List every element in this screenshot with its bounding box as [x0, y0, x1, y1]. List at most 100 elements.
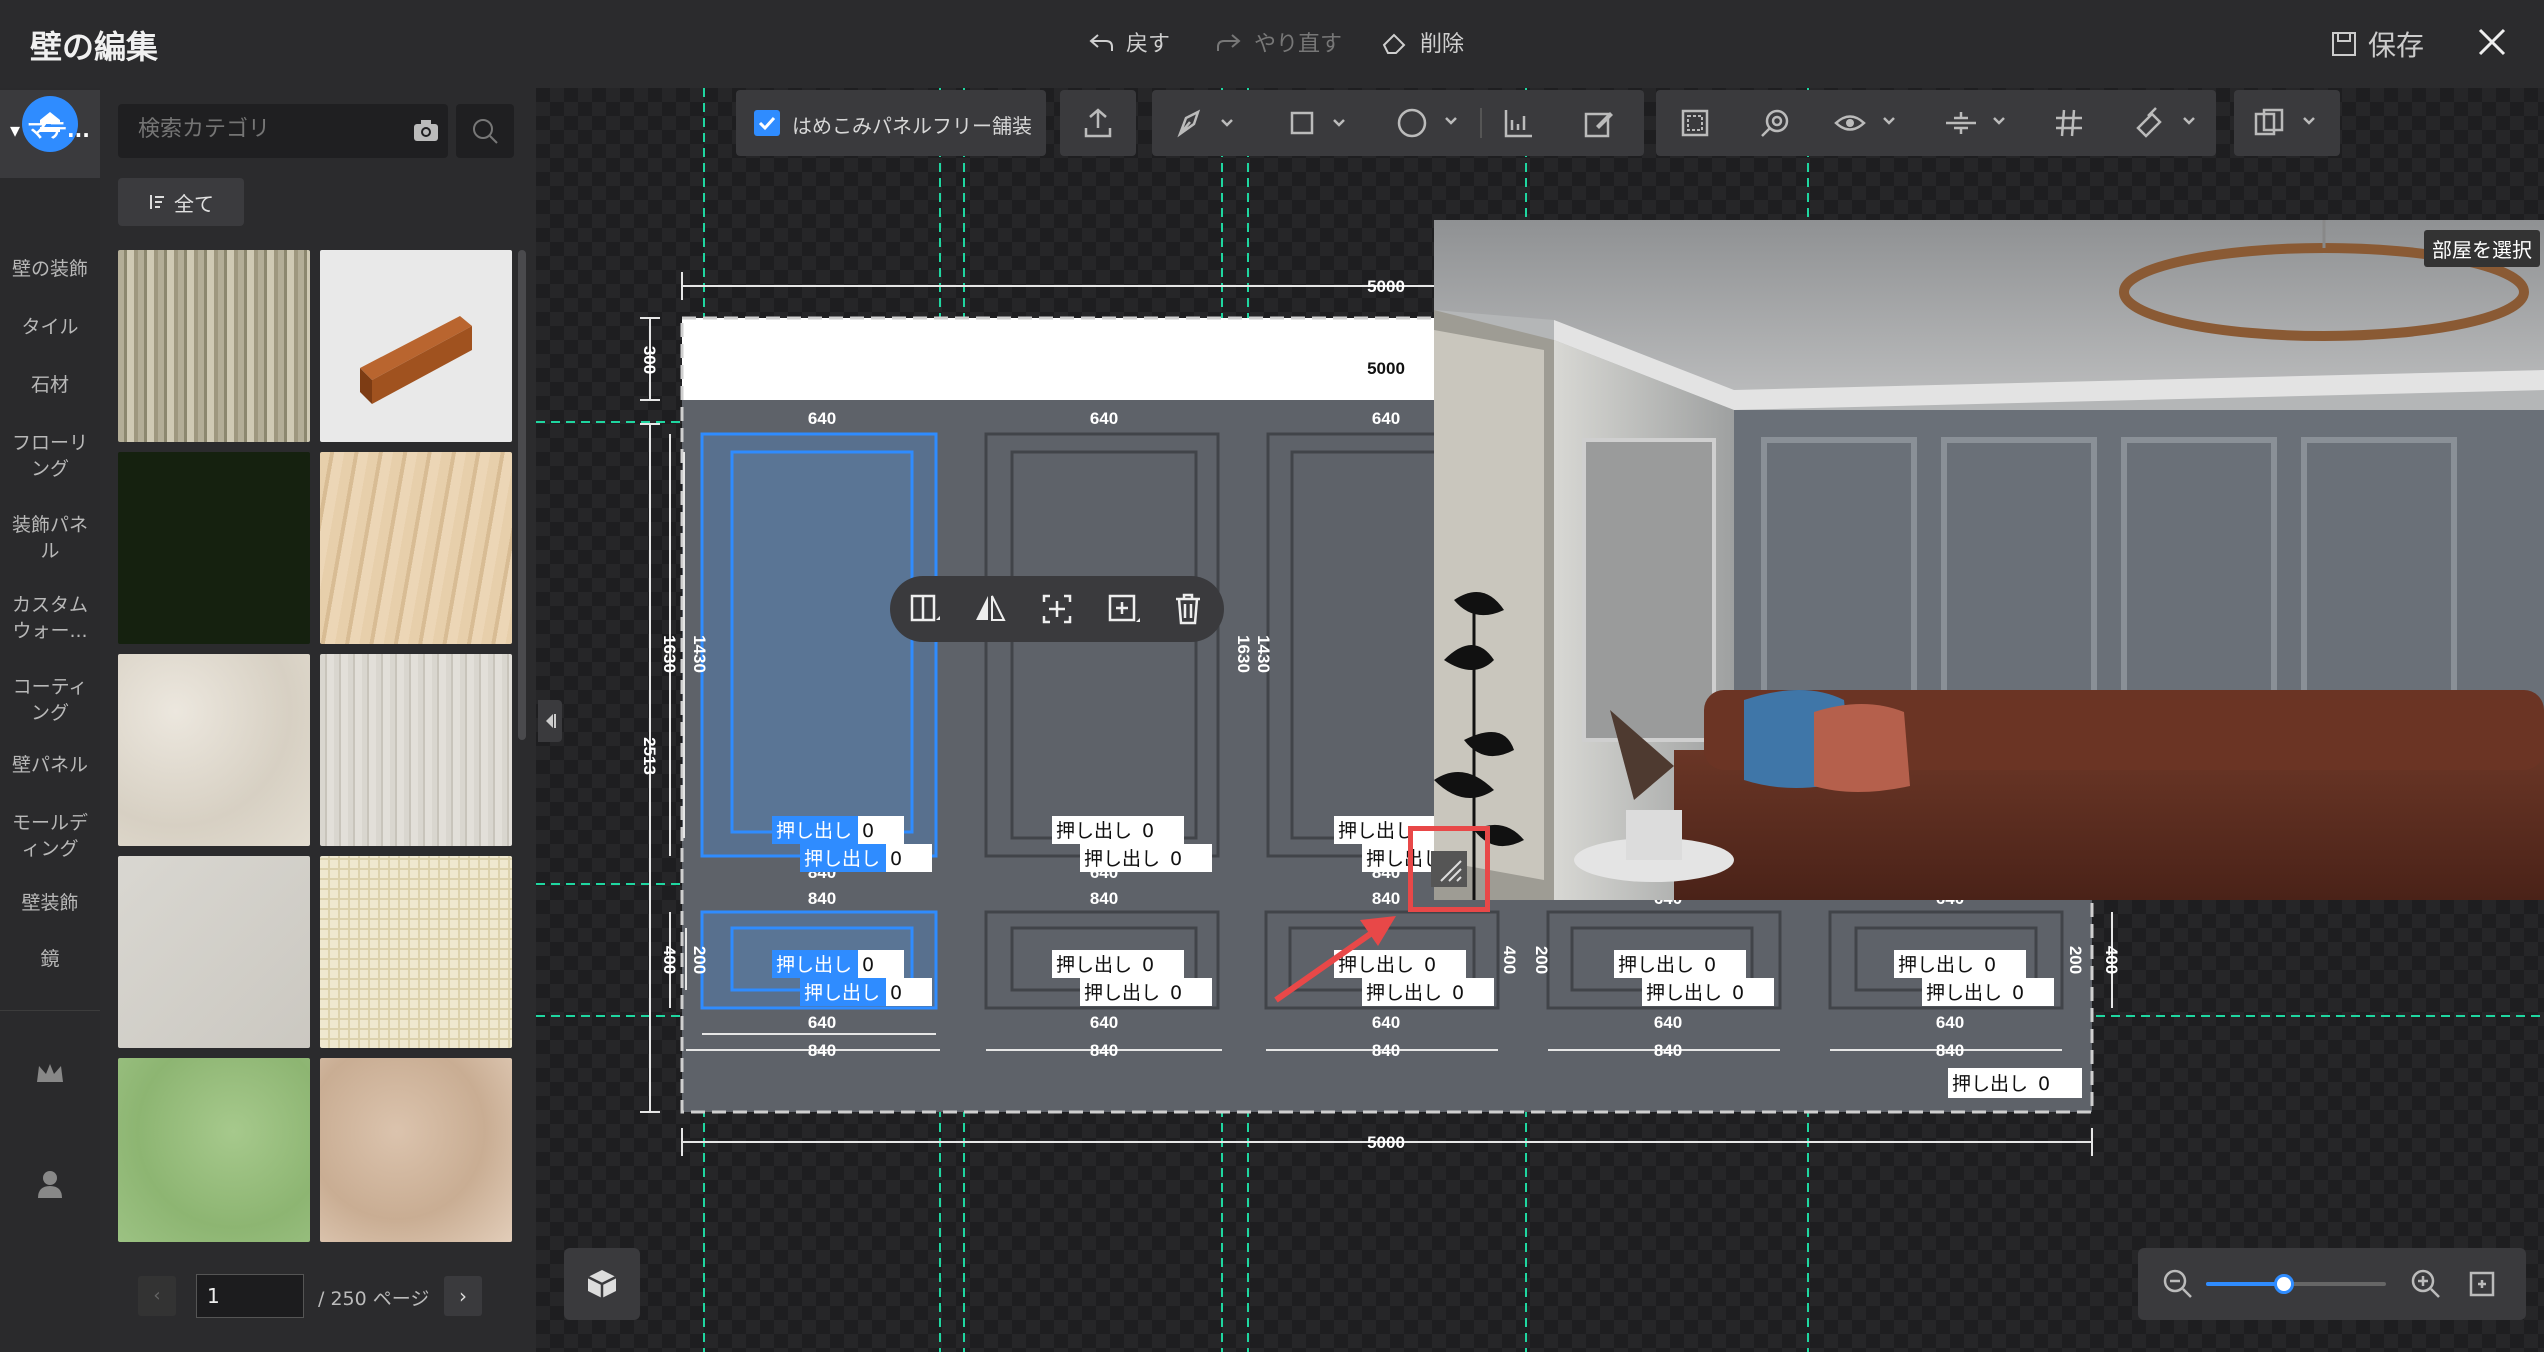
extrude-tag[interactable]: 押し出し 0 [800, 844, 932, 872]
search-box[interactable] [118, 104, 448, 158]
rail-item-deco-panel[interactable]: 装飾パネル [0, 512, 100, 564]
locate-icon[interactable] [1758, 106, 1792, 140]
extrude-tag[interactable]: 押し出し 0 [772, 950, 904, 978]
extrude-tag[interactable]: 押し出し 0 [1894, 950, 2026, 978]
zoom-out-icon[interactable] [2162, 1268, 2194, 1300]
undo-button[interactable]: 戻す [1086, 26, 1170, 58]
split-panel-icon[interactable] [908, 592, 942, 626]
dim-lower-height-outer: 400 [660, 946, 679, 974]
save-button[interactable]: 保存 [2330, 24, 2424, 64]
edit-frame-icon[interactable] [1582, 106, 1616, 140]
zoom-control [2138, 1248, 2526, 1320]
crown-icon[interactable] [34, 1060, 66, 1086]
rail-item-stone[interactable]: 石材 [0, 372, 100, 398]
fit-screen-icon[interactable] [2468, 1270, 2496, 1298]
material-thumb-baseboard[interactable] [320, 250, 512, 442]
dim-mid-6: 840 [808, 889, 836, 908]
page-number-input[interactable] [196, 1274, 304, 1318]
rail-section-header[interactable]: ▾ マテ... [10, 114, 90, 143]
dim-lower-height-outer-r: 400 [2102, 946, 2121, 974]
prev-page-button[interactable]: ‹ [138, 1276, 176, 1316]
trash-icon[interactable] [1172, 592, 1204, 626]
dim-lower-2-outer: 840 [1090, 1041, 1118, 1060]
rail-item-coating[interactable]: コーティング [0, 674, 100, 726]
circle-tool-icon[interactable] [1394, 106, 1464, 140]
measure-icon[interactable] [1502, 106, 1536, 140]
pen-tool-icon[interactable] [1176, 108, 1240, 138]
material-thumb-beige-stone[interactable] [118, 654, 310, 846]
export-button[interactable] [1060, 90, 1136, 156]
rail-item-custom-wall[interactable]: カスタムウォー... [0, 592, 100, 644]
extrude-tag[interactable]: 押し出し 0 [1922, 978, 2054, 1006]
extrude-tag[interactable]: 押し出し 0 [1080, 844, 1212, 872]
rail-item-wall-deco[interactable]: 壁の装飾 [0, 256, 100, 282]
add-panel-icon[interactable] [1106, 592, 1142, 626]
svg-text:0: 0 [1704, 954, 1716, 976]
extrude-tag[interactable]: 押し出し 0 [1334, 950, 1466, 978]
rail-item-flooring[interactable]: フローリング [0, 430, 100, 482]
extrude-tag[interactable]: 押し出し 0 [772, 816, 904, 844]
extrude-tag[interactable]: 押し出し 0 [800, 978, 932, 1006]
extrude-tag[interactable]: 押し出し 0 [1052, 950, 1184, 978]
dim-panel-1-inner: 640 [808, 409, 836, 428]
view-3d-button[interactable] [564, 1248, 640, 1320]
dim-width-bottom: 5000 [1367, 1133, 1405, 1152]
dim-lower-2-inner: 640 [1090, 1013, 1118, 1032]
next-page-button[interactable]: › [444, 1276, 482, 1316]
rail-divider [0, 1010, 100, 1011]
material-thumb-white-oak[interactable] [320, 654, 512, 846]
svg-text:押し出し: 押し出し [804, 982, 880, 1004]
rail-item-molding[interactable]: モールディング [0, 810, 100, 862]
material-thumb-light-gray[interactable] [118, 856, 310, 1048]
dim-lower-height-inner: 200 [690, 946, 709, 974]
svg-text:押し出し: 押し出し [776, 820, 852, 842]
rectangle-tool-icon[interactable] [1288, 108, 1352, 138]
filter-all-button[interactable]: 全て [118, 178, 244, 226]
mirror-icon[interactable] [972, 592, 1008, 626]
fill-checkbox[interactable] [754, 110, 780, 136]
rail-item-wall-panel[interactable]: 壁パネル [0, 752, 100, 778]
align-icon[interactable] [1942, 106, 2012, 140]
select-room-button[interactable]: 部屋を選択 [2424, 230, 2540, 267]
extrude-tag[interactable]: 押し出し 0 [1948, 1068, 2082, 1098]
user-icon[interactable] [34, 1168, 66, 1200]
delete-button[interactable]: 削除 [1380, 26, 1464, 58]
cube-icon [587, 1270, 617, 1298]
panel-scrollbar[interactable] [518, 250, 526, 740]
redo-button[interactable]: やり直す [1214, 26, 1342, 58]
rail-item-tile[interactable]: タイル [0, 314, 100, 340]
search-input[interactable] [136, 116, 390, 143]
grid-icon[interactable] [2052, 106, 2086, 140]
extrude-tag[interactable]: 押し出し 0 [1052, 816, 1184, 844]
material-thumb-beige-marble[interactable] [320, 1058, 512, 1242]
dim-panel-height-inner: 1430 [690, 635, 709, 673]
zoom-in-icon[interactable] [2410, 1268, 2442, 1300]
material-thumb-checker[interactable] [320, 856, 512, 1048]
zoom-slider-thumb[interactable] [2274, 1274, 2294, 1294]
room-3d-preview[interactable] [1434, 220, 2544, 900]
close-icon[interactable] [2470, 20, 2514, 64]
dim-lower-3-inner: 640 [1372, 1013, 1400, 1032]
rail-item-mirror[interactable]: 鏡 [0, 946, 100, 972]
extrude-tag[interactable]: 押し出し 0 [1080, 978, 1212, 1006]
room-render [1434, 220, 2544, 900]
dim-panel-height-outer-2: 1630 [1234, 635, 1253, 673]
resize-handle[interactable] [1431, 851, 1467, 887]
material-brush-icon[interactable] [2132, 106, 2202, 140]
material-thumb-dark-green[interactable] [118, 452, 310, 644]
extrude-tag[interactable]: 押し出し 0 [1362, 978, 1494, 1006]
search-button[interactable] [456, 104, 514, 158]
material-thumb-green-plaster[interactable] [118, 1058, 310, 1242]
material-thumb-light-oak[interactable] [320, 452, 512, 644]
visibility-icon[interactable] [1832, 106, 1902, 140]
fit-icon[interactable] [1040, 592, 1074, 626]
extrude-tag[interactable]: 押し出し 0 [1614, 950, 1746, 978]
extrude-tag[interactable]: 押し出し 0 [1642, 978, 1774, 1006]
undo-label: 戻す [1126, 32, 1171, 57]
rail-item-wall-ornament[interactable]: 壁装飾 [0, 890, 100, 916]
material-thumb-wood-grain[interactable] [118, 250, 310, 442]
camera-icon[interactable] [412, 118, 440, 144]
layout-menu-button[interactable] [2234, 90, 2340, 156]
select-area-icon[interactable] [1678, 106, 1712, 140]
svg-text:0: 0 [1732, 982, 1744, 1004]
